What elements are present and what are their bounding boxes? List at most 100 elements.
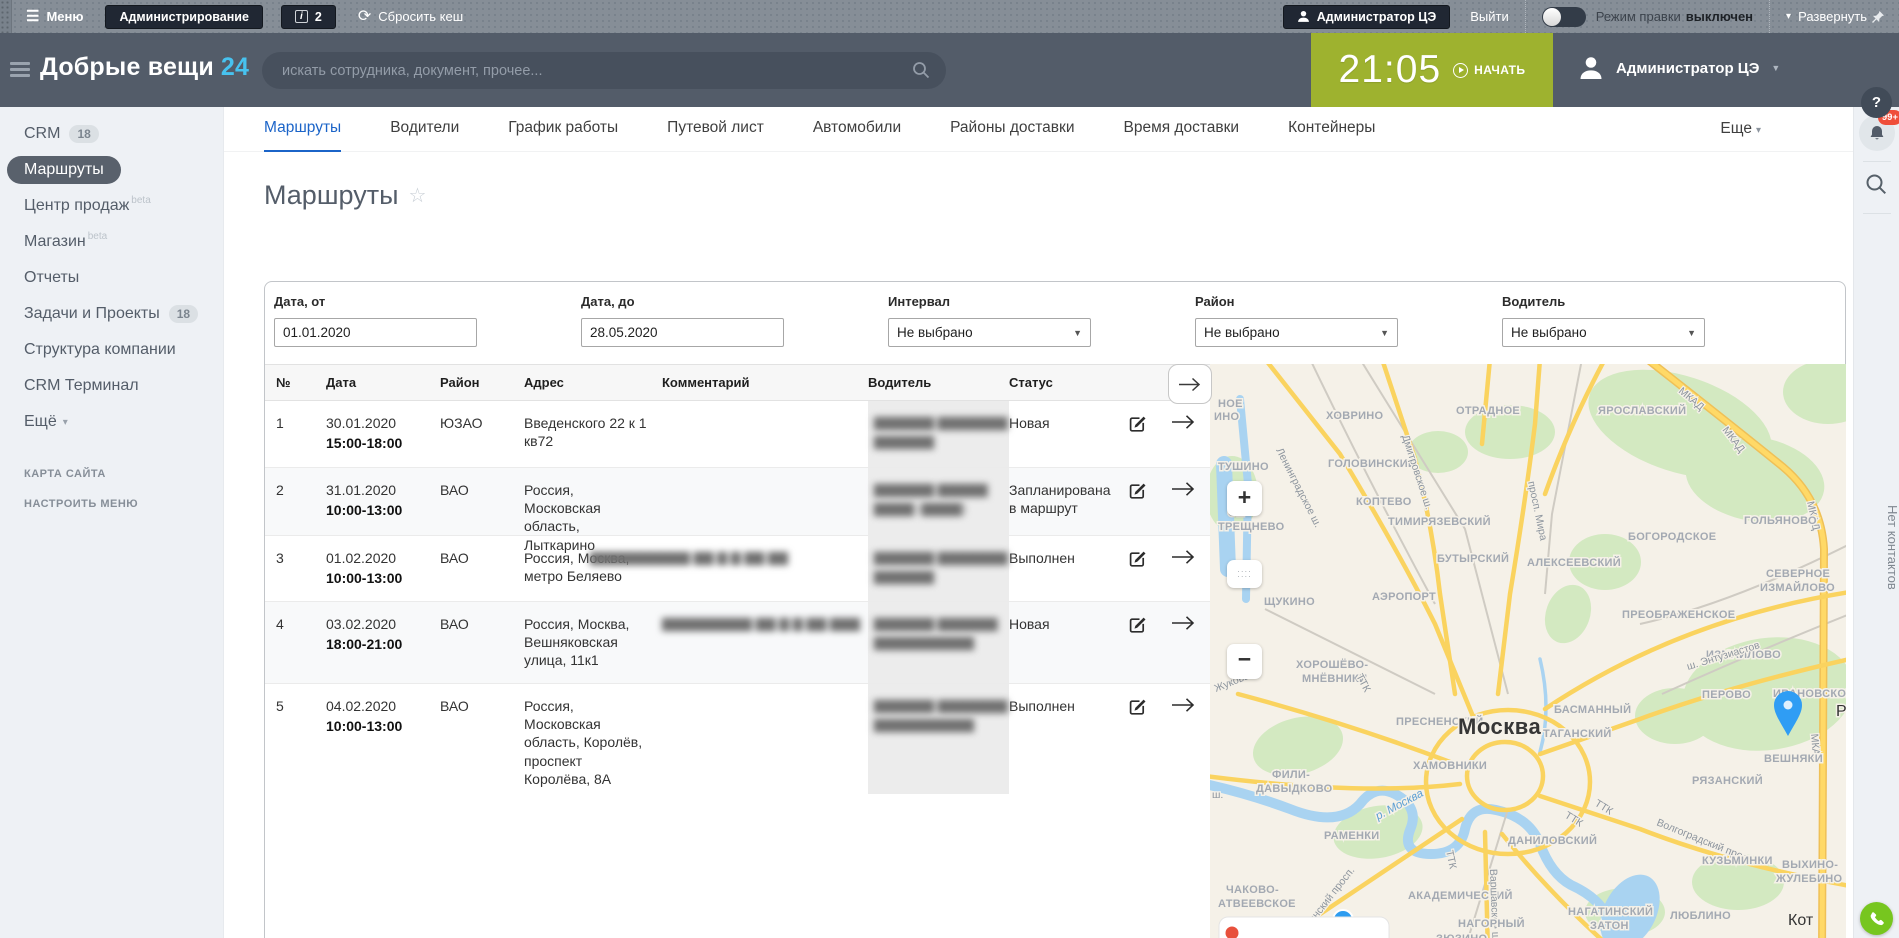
tab-routes[interactable]: Маршруты	[264, 107, 341, 152]
tab-delivery-districts[interactable]: Районы доставки	[950, 107, 1074, 152]
favorite-star-icon[interactable]: ☆	[408, 183, 426, 208]
cell-address: Россия, Москва, Вешняковская улица, 11к1	[524, 602, 662, 683]
edit-button[interactable]	[1127, 536, 1171, 601]
help-button[interactable]: ?	[1861, 87, 1892, 118]
no-contacts-label: Нет контактов	[1854, 437, 1899, 657]
info-counter-button[interactable]: i 2	[281, 5, 336, 29]
sidebar-item-reports[interactable]: Отчеты	[0, 260, 223, 296]
admin-topbar: ☰ Меню Администрирование i 2 ⟳ Сбросить …	[0, 0, 1899, 33]
notifications-button[interactable]: 99+	[1859, 115, 1895, 151]
col-driver: Водитель	[868, 375, 1009, 390]
chevron-down-icon: ▾	[63, 417, 68, 428]
search-input[interactable]	[262, 52, 946, 89]
sidebar-item-label: CRM Терминал	[24, 377, 139, 395]
logout-link[interactable]: Выйти	[1470, 9, 1509, 24]
drag-handle[interactable]	[0, 0, 12, 33]
map-label: ТИМИРЯЗЕВСКИЙ	[1388, 515, 1491, 528]
map-label: ЧАКОВО-	[1226, 884, 1279, 896]
edit-button[interactable]	[1127, 602, 1171, 683]
filter-label: Интервал	[888, 294, 1091, 309]
date-to-input[interactable]	[581, 318, 784, 347]
date-from-input[interactable]	[274, 318, 477, 347]
driver-select[interactable]: Не выбрано ▼	[1502, 318, 1705, 347]
rail-search-button[interactable]	[1865, 173, 1888, 196]
admin-user-button[interactable]: Администратор ЦЭ	[1283, 5, 1451, 29]
table-row: 5 04.02.202010:00-13:00 ВАО Россия, Моск…	[265, 684, 1211, 794]
map-label: АТВЕЕВСКОЕ	[1218, 898, 1296, 910]
admin-menu-label: Меню	[46, 9, 83, 24]
filter-district: Район Не выбрано ▼	[1195, 294, 1398, 347]
sidebar-item-company-structure[interactable]: Структура компании	[0, 332, 223, 368]
configure-menu-link[interactable]: НАСТРОИТЬ МЕНЮ	[24, 498, 138, 510]
edit-button[interactable]	[1127, 401, 1171, 467]
map-zoom-out-button[interactable]: −	[1227, 644, 1262, 679]
open-route-button[interactable]	[1171, 536, 1211, 601]
sidebar-item-more[interactable]: Ещё ▾	[0, 404, 223, 440]
admin-user-label: Администратор ЦЭ	[1317, 10, 1437, 24]
separator	[1525, 0, 1526, 33]
app-window: ☰ Меню Администрирование i 2 ⟳ Сбросить …	[0, 0, 1899, 938]
collapse-button[interactable]: ▾ Развернуть	[1786, 9, 1867, 24]
sidebar-item-shop[interactable]: Магазин beta	[0, 224, 223, 260]
reset-cache-label: Сбросить кеш	[378, 9, 463, 24]
tab-schedule[interactable]: График работы	[508, 107, 618, 152]
collapse-label: Развернуть	[1798, 9, 1867, 24]
cell-date: 30.01.202015:00-18:00	[326, 401, 440, 467]
filter-label: Водитель	[1502, 294, 1705, 309]
arrow-right-icon	[1171, 549, 1196, 565]
map-ruler-button[interactable]: ········	[1227, 560, 1262, 588]
map-label: ТРЕЩНЕВО	[1218, 521, 1285, 533]
edit-mode-toggle[interactable]	[1542, 7, 1586, 27]
district-select[interactable]: Не выбрано ▼	[1195, 318, 1398, 347]
pin-icon[interactable]	[1871, 10, 1885, 24]
tab-delivery-time[interactable]: Время доставки	[1123, 107, 1239, 152]
admin-menu-button[interactable]: ☰ Меню	[26, 9, 83, 24]
edit-button[interactable]	[1127, 684, 1171, 794]
tab-drivers[interactable]: Водители	[390, 107, 459, 152]
chevron-down-icon: ▾	[1756, 125, 1761, 136]
map-label: КУЗЬМИНКИ	[1702, 855, 1773, 867]
tab-waybill[interactable]: Путевой лист	[667, 107, 764, 152]
phone-widget-button[interactable]	[1860, 902, 1893, 935]
table-scroll-right-button[interactable]	[1168, 364, 1212, 404]
sidebar-item-routes[interactable]: Маршруты	[0, 152, 223, 188]
timer-start-button[interactable]: НАЧАТЬ	[1453, 63, 1525, 78]
sitemap-link[interactable]: КАРТА САЙТА	[24, 468, 106, 480]
tab-cars[interactable]: Автомобили	[813, 107, 901, 152]
arrow-right-icon	[1171, 414, 1196, 430]
map-label: НОЕ	[1218, 398, 1243, 410]
map[interactable]: ХОВРИНООТРАДНОЕЯРОСЛАВСКИЙМКАДМКАДМКАДМК…	[1210, 364, 1846, 938]
map-label: Кот	[1788, 912, 1814, 929]
map-zoom-in-button[interactable]: +	[1227, 481, 1262, 516]
reset-cache-button[interactable]: ⟳ Сбросить кеш	[358, 9, 463, 25]
tab-containers[interactable]: Контейнеры	[1288, 107, 1375, 152]
status-badge: Выполнен	[1009, 536, 1127, 601]
header-user-menu[interactable]: Администратор ЦЭ ▼	[1578, 55, 1780, 81]
map-label: АЛЕКСЕЕВСКИЙ	[1527, 556, 1621, 569]
tabs-more-button[interactable]: Еще▾	[1720, 120, 1761, 138]
interval-select[interactable]: Не выбрано ▼	[888, 318, 1091, 347]
sidebar-item-tasks[interactable]: Задачи и Проекты 18	[0, 296, 223, 332]
cell-comment: ▇▇▇▇▇▇▇▇▇▇ ▇▇ ▇ ▇ ▇▇ ▇▇	[662, 536, 868, 601]
sidebar-item-sales-center[interactable]: Центр продаж beta	[0, 188, 223, 224]
search-icon[interactable]	[912, 61, 930, 79]
header-search	[262, 52, 946, 89]
cell-driver: ▇▇▇▇▇▇ ▇▇▇▇▇▇▇▇▇▇▇▇▇	[868, 401, 1009, 467]
map-label: ЯРОСЛАВСКИЙ	[1598, 404, 1686, 417]
open-route-button[interactable]	[1171, 401, 1211, 467]
open-route-button[interactable]	[1171, 602, 1211, 683]
map-label: НАГАТИНСКИЙ	[1568, 905, 1653, 918]
logo[interactable]: Добрые вещи24	[40, 53, 249, 82]
open-route-button[interactable]	[1171, 684, 1211, 794]
work-timer[interactable]: 21:05 НАЧАТЬ	[1311, 33, 1553, 107]
sidebar-item-crm-terminal[interactable]: CRM Терминал	[0, 368, 223, 404]
sidebar-item-crm[interactable]: CRM 18	[0, 116, 223, 152]
status-badge: Выполнен	[1009, 684, 1127, 794]
administration-button[interactable]: Администрирование	[105, 5, 262, 29]
menu-hamburger-icon[interactable]	[10, 62, 30, 78]
col-comment: Комментарий	[662, 375, 868, 390]
map-label: КОПТЕВО	[1356, 496, 1412, 508]
cell-district: ЮЗАО	[440, 401, 524, 467]
map-label: ш.	[1212, 789, 1223, 801]
col-status: Статус	[1009, 375, 1127, 390]
